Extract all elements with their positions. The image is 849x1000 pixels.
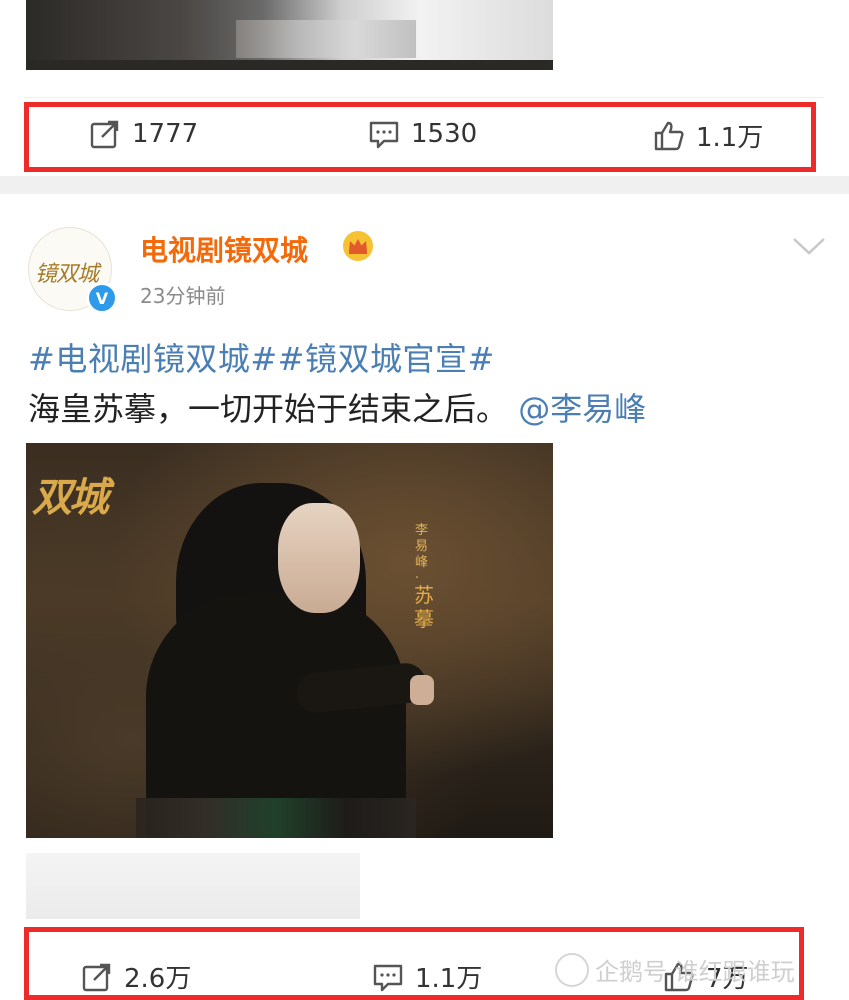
post1-comment-button[interactable]: 1530 — [367, 117, 477, 151]
post1-like-count: 1.1万 — [696, 123, 764, 153]
avatar-logo: 镜双城 — [35, 262, 99, 287]
verified-icon: V — [86, 282, 118, 314]
post-text: 海皇苏摹，一切开始于结束之后。 @李易峰 — [28, 384, 646, 430]
post2-comment-button[interactable]: 1.1万 — [371, 958, 482, 995]
post1-image[interactable] — [26, 0, 553, 70]
figure-face — [278, 503, 360, 613]
repost-icon — [82, 963, 111, 991]
watermark-text: 企鹅号 谁红跟谁玩 — [595, 958, 795, 986]
blurred-region — [236, 20, 416, 58]
figure-hand — [410, 675, 434, 705]
post-image[interactable]: 双城 李易峰· 苏摹 — [26, 443, 553, 838]
post1-comment-count: 1530 — [411, 119, 478, 149]
image-bottom-band — [26, 60, 553, 70]
like-icon — [654, 121, 684, 150]
post2-repost-count: 2.6万 — [124, 964, 192, 994]
feed-separator — [0, 176, 849, 194]
post1-repost-count: 1777 — [132, 119, 199, 149]
blurred-streak — [136, 798, 416, 838]
post-text-main: 海皇苏摹，一切开始于结束之后。 — [28, 390, 509, 428]
blurred-content — [26, 853, 360, 919]
post1-repost-button[interactable]: 1777 — [88, 117, 198, 151]
penguin-icon — [555, 952, 589, 987]
poster-role-caption: 苏摹 — [414, 583, 434, 631]
post-timestamp: 23分钟前 — [140, 284, 226, 308]
poster-actor-caption: 李易峰· — [415, 523, 429, 586]
chevron-down-icon[interactable] — [792, 236, 826, 256]
watermark: 企鹅号 谁红跟谁玩 — [555, 952, 795, 987]
comment-icon — [369, 121, 399, 149]
post2-comment-count: 1.1万 — [415, 964, 483, 994]
poster-title-art: 双城 — [32, 474, 109, 521]
post1-like-button[interactable]: 1.1万 — [652, 117, 763, 154]
author-name[interactable]: 电视剧镜双城 — [140, 229, 308, 269]
divider — [24, 97, 824, 98]
comment-icon — [373, 964, 403, 991]
post2-repost-button[interactable]: 2.6万 — [80, 958, 191, 995]
repost-icon — [90, 120, 119, 149]
mention-link[interactable]: @李易峰 — [518, 390, 646, 428]
crown-icon[interactable] — [342, 230, 374, 262]
post-topics[interactable]: #电视剧镜双城##镜双城官宣# — [28, 334, 495, 380]
